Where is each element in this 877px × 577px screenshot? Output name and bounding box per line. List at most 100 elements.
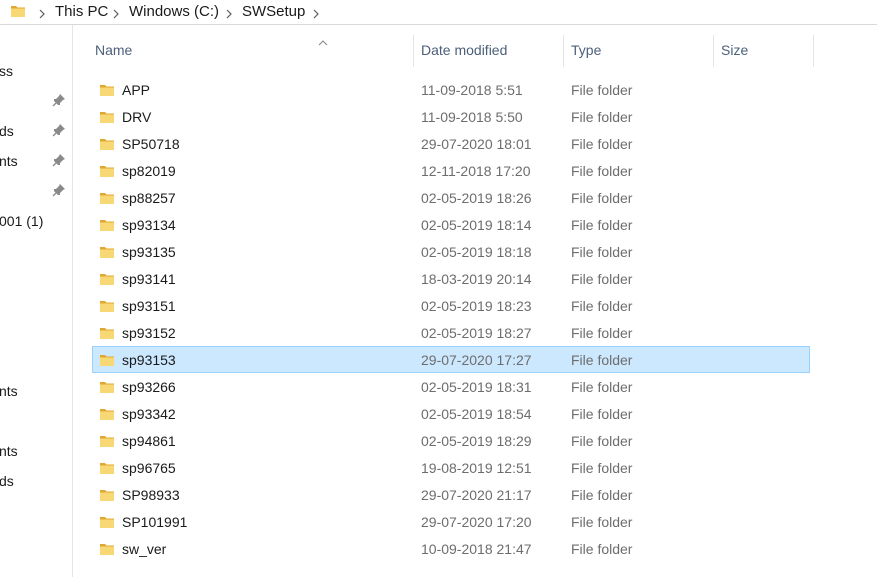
file-name: sp93266 (122, 379, 176, 395)
file-date-modified: 10-09-2018 21:47 (421, 541, 532, 557)
folder-icon (99, 487, 115, 503)
folder-icon (99, 163, 115, 179)
file-date-modified: 29-07-2020 17:20 (421, 514, 532, 530)
nav-item-label[interactable]: 001 (1) (0, 212, 43, 230)
folder-icon (99, 379, 115, 395)
folder-icon (99, 325, 115, 341)
column-header-name[interactable]: Name (95, 41, 132, 59)
file-list: APP 11-09-2018 5:51 File folder DRV 11-09-20… (92, 76, 810, 562)
chevron-right-icon[interactable] (38, 6, 46, 19)
column-divider[interactable] (813, 35, 814, 67)
file-row[interactable]: APP 11-09-2018 5:51 File folder (92, 76, 810, 103)
file-name: sp94861 (122, 433, 176, 449)
file-name: sp88257 (122, 190, 176, 206)
file-date-modified: 02-05-2019 18:26 (421, 190, 532, 206)
file-row[interactable]: sp93135 02-05-2019 18:18 File folder (92, 238, 810, 265)
file-name: sp82019 (122, 163, 176, 179)
file-type: File folder (571, 244, 633, 260)
column-header-size[interactable]: Size (721, 41, 748, 59)
chevron-right-icon[interactable] (225, 6, 233, 19)
file-name: SP101991 (122, 514, 188, 530)
nav-item-label[interactable]: nts (0, 442, 18, 460)
file-type: File folder (571, 433, 633, 449)
nav-item-label[interactable]: nts (0, 152, 18, 170)
pin-icon[interactable] (52, 123, 66, 137)
pin-icon[interactable] (52, 153, 66, 167)
address-bar[interactable]: This PC Windows (C:) SWSetup (0, 0, 877, 25)
column-divider[interactable] (413, 35, 414, 67)
file-date-modified: 02-05-2019 18:27 (421, 325, 532, 341)
folder-icon (99, 190, 115, 206)
column-header-row: Name Date modified Type Size (73, 25, 877, 79)
folder-icon (99, 136, 115, 152)
file-type: File folder (571, 190, 633, 206)
sort-ascending-icon (318, 33, 328, 46)
file-row[interactable]: SP98933 29-07-2020 21:17 File folder (92, 481, 810, 508)
file-type: File folder (571, 406, 633, 422)
file-date-modified: 02-05-2019 18:23 (421, 298, 532, 314)
file-row[interactable]: sp96765 19-08-2019 12:51 File folder (92, 454, 810, 481)
file-type: File folder (571, 136, 633, 152)
nav-item-label[interactable]: ds (0, 122, 14, 140)
breadcrumb-swsetup[interactable]: SWSetup (242, 3, 305, 21)
file-name: sp93152 (122, 325, 176, 341)
file-date-modified: 02-05-2019 18:31 (421, 379, 532, 395)
file-date-modified: 29-07-2020 18:01 (421, 136, 532, 152)
file-name: sp93153 (122, 352, 176, 368)
file-row[interactable]: SP101991 29-07-2020 17:20 File folder (92, 508, 810, 535)
folder-icon (99, 433, 115, 449)
chevron-right-icon[interactable] (312, 6, 320, 19)
file-type: File folder (571, 352, 633, 368)
file-row[interactable]: SP50718 29-07-2020 18:01 File folder (92, 130, 810, 157)
file-row[interactable]: sp82019 12-11-2018 17:20 File folder (92, 157, 810, 184)
file-type: File folder (571, 109, 633, 125)
file-row[interactable]: sp94861 02-05-2019 18:29 File folder (92, 427, 810, 454)
folder-icon (99, 82, 115, 98)
folder-icon (99, 271, 115, 287)
file-row[interactable]: sp93266 02-05-2019 18:31 File folder (92, 373, 810, 400)
file-type: File folder (571, 541, 633, 557)
column-header-date-modified[interactable]: Date modified (421, 41, 507, 59)
column-header-type[interactable]: Type (571, 41, 601, 59)
folder-icon (99, 298, 115, 314)
file-row[interactable]: sp93342 02-05-2019 18:54 File folder (92, 400, 810, 427)
nav-item-label[interactable]: ds (0, 472, 14, 490)
file-row[interactable]: sp93152 02-05-2019 18:27 File folder (92, 319, 810, 346)
file-row[interactable]: DRV 11-09-2018 5:50 File folder (92, 103, 810, 130)
navigation-pane[interactable]: ss ds nts 001 (1) nts nts ds (0, 25, 73, 577)
file-date-modified: 02-05-2019 18:54 (421, 406, 532, 422)
file-row[interactable]: sp93153 29-07-2020 17:27 File folder (92, 346, 810, 373)
file-name: SP50718 (122, 136, 180, 152)
folder-icon (10, 3, 26, 19)
breadcrumb-this-pc[interactable]: This PC (55, 3, 108, 21)
file-row[interactable]: sp93141 18-03-2019 20:14 File folder (92, 265, 810, 292)
file-name: SP98933 (122, 487, 180, 503)
folder-icon (99, 514, 115, 530)
file-name: sp93134 (122, 217, 176, 233)
folder-icon (99, 244, 115, 260)
pin-icon[interactable] (52, 93, 66, 107)
file-date-modified: 18-03-2019 20:14 (421, 271, 532, 287)
file-date-modified: 02-05-2019 18:14 (421, 217, 532, 233)
file-type: File folder (571, 514, 633, 530)
file-row[interactable]: sp88257 02-05-2019 18:26 File folder (92, 184, 810, 211)
nav-item-label[interactable]: ss (0, 62, 13, 80)
breadcrumb-windows-c[interactable]: Windows (C:) (129, 3, 219, 21)
pin-icon[interactable] (52, 183, 66, 197)
column-divider[interactable] (713, 35, 714, 67)
file-date-modified: 29-07-2020 21:17 (421, 487, 532, 503)
file-type: File folder (571, 379, 633, 395)
file-date-modified: 12-11-2018 17:20 (421, 163, 531, 179)
file-row[interactable]: sp93151 02-05-2019 18:23 File folder (92, 292, 810, 319)
file-row[interactable]: sp93134 02-05-2019 18:14 File folder (92, 211, 810, 238)
file-name: sp93141 (122, 271, 176, 287)
file-date-modified: 02-05-2019 18:29 (421, 433, 532, 449)
file-row[interactable]: sw_ver 10-09-2018 21:47 File folder (92, 535, 810, 562)
chevron-right-icon[interactable] (112, 6, 120, 19)
folder-icon (99, 406, 115, 422)
folder-icon (99, 109, 115, 125)
file-name: sp93135 (122, 244, 176, 260)
nav-item-label[interactable]: nts (0, 382, 18, 400)
column-divider[interactable] (563, 35, 564, 67)
file-name: sp96765 (122, 460, 176, 476)
